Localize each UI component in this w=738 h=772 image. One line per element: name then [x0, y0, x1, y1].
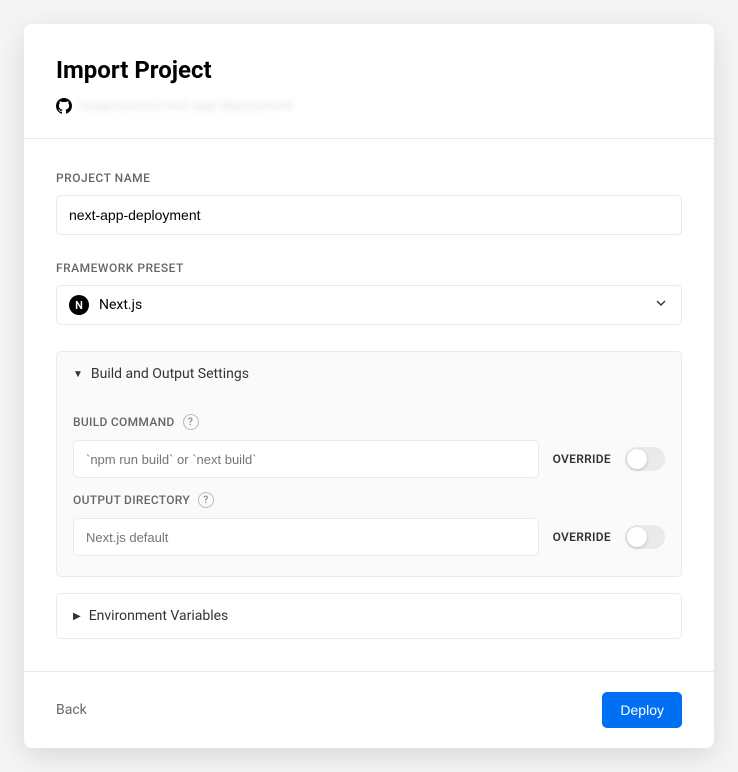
chevron-down-icon: [653, 295, 669, 315]
build-settings-disclosure[interactable]: ▼ Build and Output Settings: [57, 352, 681, 396]
output-directory-label-row: OUTPUT DIRECTORY ?: [73, 492, 665, 508]
framework-preset-value: Next.js: [99, 297, 142, 313]
deploy-button[interactable]: Deploy: [602, 692, 682, 728]
repo-path: beaprounovi/next-app-deployment: [80, 98, 294, 114]
output-directory-row: OVERRIDE: [73, 518, 665, 556]
build-settings-body: BUILD COMMAND ? OVERRIDE OUTPUT DIRECTOR…: [57, 396, 681, 576]
output-directory-override-toggle[interactable]: [625, 525, 665, 549]
output-directory-input: [73, 518, 539, 556]
framework-preset-select[interactable]: N Next.js: [56, 285, 682, 325]
project-name-section: PROJECT NAME: [56, 171, 682, 235]
override-label: OVERRIDE: [553, 452, 611, 466]
project-name-label: PROJECT NAME: [56, 171, 682, 185]
framework-select-value-wrap: N Next.js: [69, 295, 142, 315]
repo-line: beaprounovi/next-app-deployment: [56, 98, 682, 114]
environment-variables-title: Environment Variables: [89, 608, 229, 624]
override-label: OVERRIDE: [553, 530, 611, 544]
nextjs-icon: N: [69, 295, 89, 315]
framework-preset-section: FRAMEWORK PRESET N Next.js: [56, 261, 682, 325]
build-command-override-toggle[interactable]: [625, 447, 665, 471]
card-body: PROJECT NAME FRAMEWORK PRESET N Next.js …: [24, 139, 714, 671]
toggle-knob: [627, 527, 647, 547]
help-icon[interactable]: ?: [198, 492, 214, 508]
build-command-label-row: BUILD COMMAND ?: [73, 414, 665, 430]
output-directory-label: OUTPUT DIRECTORY: [73, 493, 190, 507]
project-name-input[interactable]: [56, 195, 682, 235]
build-output-settings-panel: ▼ Build and Output Settings BUILD COMMAN…: [56, 351, 682, 577]
back-button[interactable]: Back: [56, 702, 87, 718]
toggle-knob: [627, 449, 647, 469]
card-header: Import Project beaprounovi/next-app-depl…: [24, 24, 714, 139]
disclosure-triangle-right-icon: ▶: [73, 611, 81, 622]
environment-variables-disclosure[interactable]: ▶ Environment Variables: [56, 593, 682, 639]
build-settings-title: Build and Output Settings: [91, 366, 249, 382]
page-title: Import Project: [56, 56, 682, 84]
github-icon: [56, 98, 72, 114]
card-footer: Back Deploy: [24, 671, 714, 748]
build-command-input: [73, 440, 539, 478]
disclosure-triangle-down-icon: ▼: [73, 369, 83, 380]
build-command-label: BUILD COMMAND: [73, 415, 175, 429]
framework-preset-label: FRAMEWORK PRESET: [56, 261, 682, 275]
help-icon[interactable]: ?: [183, 414, 199, 430]
build-command-row: OVERRIDE: [73, 440, 665, 478]
import-project-card: Import Project beaprounovi/next-app-depl…: [24, 24, 714, 748]
